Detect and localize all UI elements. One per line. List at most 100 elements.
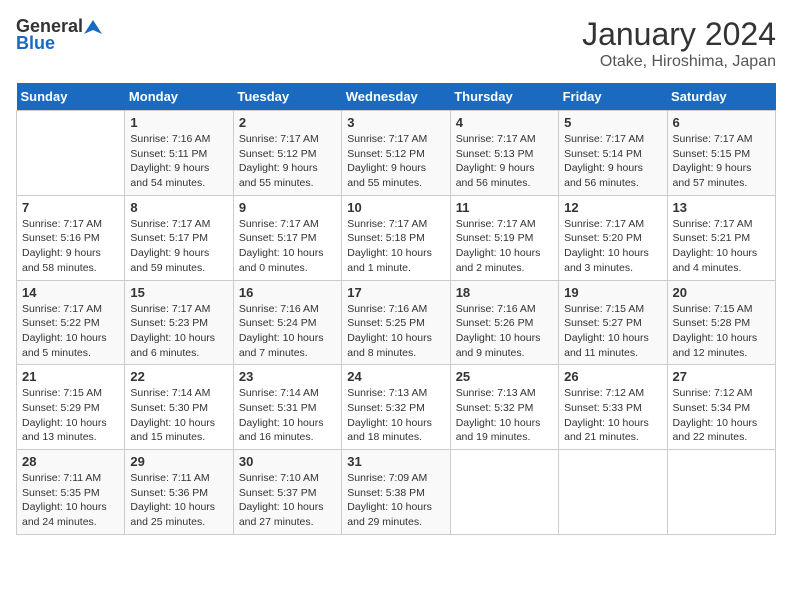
day-info: Sunrise: 7:16 AM Sunset: 5:25 PM Dayligh… [347,302,444,361]
calendar-cell: 26 Sunrise: 7:12 AM Sunset: 5:33 PM Dayli… [559,365,667,450]
calendar-cell [450,450,558,535]
calendar-week-1: 1 Sunrise: 7:16 AM Sunset: 5:11 PM Daylig… [17,111,776,196]
day-number: 2 [239,115,336,130]
calendar-cell: 7Sunrise: 7:17 AM Sunset: 5:16 PM Daylig… [17,195,125,280]
day-number: 5 [564,115,661,130]
day-info: Sunrise: 7:17 AM Sunset: 5:23 PM Dayligh… [130,302,227,361]
day-info: Sunrise: 7:11 AM Sunset: 5:36 PM Dayligh… [130,471,227,530]
calendar-week-5: 28 Sunrise: 7:11 AM Sunset: 5:35 PM Dayli… [17,450,776,535]
calendar-cell: 11 Sunrise: 7:17 AM Sunset: 5:19 PM Dayli… [450,195,558,280]
calendar-cell: 4 Sunrise: 7:17 AM Sunset: 5:13 PM Daylig… [450,111,558,196]
day-info: Sunrise: 7:16 AM Sunset: 5:24 PM Dayligh… [239,302,336,361]
day-number: 26 [564,369,661,384]
calendar-cell: 3 Sunrise: 7:17 AM Sunset: 5:12 PM Daylig… [342,111,450,196]
day-number: 1 [130,115,227,130]
header-wednesday: Wednesday [342,83,450,111]
day-number: 13 [673,200,770,215]
day-number: 7 [22,200,119,215]
header-saturday: Saturday [667,83,775,111]
day-info: Sunrise: 7:14 AM Sunset: 5:31 PM Dayligh… [239,386,336,445]
day-number: 30 [239,454,336,469]
header-friday: Friday [559,83,667,111]
calendar-cell: 25 Sunrise: 7:13 AM Sunset: 5:32 PM Dayli… [450,365,558,450]
page-header: General Blue January 2024 Otake, Hiroshi… [16,16,776,71]
day-info: Sunrise: 7:13 AM Sunset: 5:32 PM Dayligh… [456,386,553,445]
day-number: 20 [673,285,770,300]
day-number: 6 [673,115,770,130]
calendar-cell: 8Sunrise: 7:17 AM Sunset: 5:17 PM Daylig… [125,195,233,280]
calendar-cell [667,450,775,535]
day-info: Sunrise: 7:17 AM Sunset: 5:13 PM Dayligh… [456,132,553,191]
day-number: 25 [456,369,553,384]
calendar-cell: 12 Sunrise: 7:17 AM Sunset: 5:20 PM Dayli… [559,195,667,280]
logo: General Blue [16,16,103,54]
day-info: Sunrise: 7:11 AM Sunset: 5:35 PM Dayligh… [22,471,119,530]
day-number: 21 [22,369,119,384]
calendar-table: SundayMondayTuesdayWednesdayThursdayFrid… [16,83,776,535]
day-number: 8 [130,200,227,215]
day-info: Sunrise: 7:09 AM Sunset: 5:38 PM Dayligh… [347,471,444,530]
day-number: 9 [239,200,336,215]
day-info: Sunrise: 7:13 AM Sunset: 5:32 PM Dayligh… [347,386,444,445]
calendar-cell: 6 Sunrise: 7:17 AM Sunset: 5:15 PM Daylig… [667,111,775,196]
calendar-cell: 15 Sunrise: 7:17 AM Sunset: 5:23 PM Dayli… [125,280,233,365]
day-number: 11 [456,200,553,215]
day-number: 24 [347,369,444,384]
day-number: 14 [22,285,119,300]
day-info: Sunrise: 7:17 AM Sunset: 5:19 PM Dayligh… [456,217,553,276]
calendar-cell: 31 Sunrise: 7:09 AM Sunset: 5:38 PM Dayli… [342,450,450,535]
day-number: 12 [564,200,661,215]
day-number: 4 [456,115,553,130]
day-number: 29 [130,454,227,469]
month-title: January 2024 [582,16,776,53]
day-info: Sunrise: 7:15 AM Sunset: 5:27 PM Dayligh… [564,302,661,361]
day-number: 18 [456,285,553,300]
day-info: Sunrise: 7:14 AM Sunset: 5:30 PM Dayligh… [130,386,227,445]
calendar-week-2: 7Sunrise: 7:17 AM Sunset: 5:16 PM Daylig… [17,195,776,280]
day-info: Sunrise: 7:17 AM Sunset: 5:18 PM Dayligh… [347,217,444,276]
day-info: Sunrise: 7:17 AM Sunset: 5:22 PM Dayligh… [22,302,119,361]
day-info: Sunrise: 7:15 AM Sunset: 5:28 PM Dayligh… [673,302,770,361]
calendar-cell [559,450,667,535]
day-info: Sunrise: 7:12 AM Sunset: 5:33 PM Dayligh… [564,386,661,445]
day-info: Sunrise: 7:16 AM Sunset: 5:26 PM Dayligh… [456,302,553,361]
calendar-cell: 18 Sunrise: 7:16 AM Sunset: 5:26 PM Dayli… [450,280,558,365]
calendar-week-4: 21 Sunrise: 7:15 AM Sunset: 5:29 PM Dayli… [17,365,776,450]
calendar-cell: 24 Sunrise: 7:13 AM Sunset: 5:32 PM Dayli… [342,365,450,450]
logo-bird-icon [84,18,102,36]
day-info: Sunrise: 7:12 AM Sunset: 5:34 PM Dayligh… [673,386,770,445]
title-area: January 2024 Otake, Hiroshima, Japan [582,16,776,71]
day-number: 19 [564,285,661,300]
header-monday: Monday [125,83,233,111]
day-number: 28 [22,454,119,469]
calendar-cell: 1 Sunrise: 7:16 AM Sunset: 5:11 PM Daylig… [125,111,233,196]
day-number: 17 [347,285,444,300]
calendar-cell: 21 Sunrise: 7:15 AM Sunset: 5:29 PM Dayli… [17,365,125,450]
day-number: 27 [673,369,770,384]
day-number: 23 [239,369,336,384]
calendar-cell: 23 Sunrise: 7:14 AM Sunset: 5:31 PM Dayli… [233,365,341,450]
calendar-cell: 20 Sunrise: 7:15 AM Sunset: 5:28 PM Dayli… [667,280,775,365]
day-info: Sunrise: 7:17 AM Sunset: 5:21 PM Dayligh… [673,217,770,276]
day-info: Sunrise: 7:17 AM Sunset: 5:17 PM Dayligh… [239,217,336,276]
header-tuesday: Tuesday [233,83,341,111]
day-number: 31 [347,454,444,469]
day-number: 3 [347,115,444,130]
day-info: Sunrise: 7:17 AM Sunset: 5:20 PM Dayligh… [564,217,661,276]
logo-blue: Blue [16,33,55,54]
day-number: 10 [347,200,444,215]
calendar-cell: 29 Sunrise: 7:11 AM Sunset: 5:36 PM Dayli… [125,450,233,535]
day-info: Sunrise: 7:17 AM Sunset: 5:15 PM Dayligh… [673,132,770,191]
day-info: Sunrise: 7:17 AM Sunset: 5:12 PM Dayligh… [347,132,444,191]
calendar-cell: 28 Sunrise: 7:11 AM Sunset: 5:35 PM Dayli… [17,450,125,535]
day-info: Sunrise: 7:17 AM Sunset: 5:12 PM Dayligh… [239,132,336,191]
day-info: Sunrise: 7:15 AM Sunset: 5:29 PM Dayligh… [22,386,119,445]
day-info: Sunrise: 7:16 AM Sunset: 5:11 PM Dayligh… [130,132,227,191]
calendar-cell: 19 Sunrise: 7:15 AM Sunset: 5:27 PM Dayli… [559,280,667,365]
day-number: 15 [130,285,227,300]
header-thursday: Thursday [450,83,558,111]
calendar-week-3: 14 Sunrise: 7:17 AM Sunset: 5:22 PM Dayli… [17,280,776,365]
calendar-cell: 22Sunrise: 7:14 AM Sunset: 5:30 PM Dayli… [125,365,233,450]
day-number: 16 [239,285,336,300]
calendar-cell: 30Sunrise: 7:10 AM Sunset: 5:37 PM Dayli… [233,450,341,535]
